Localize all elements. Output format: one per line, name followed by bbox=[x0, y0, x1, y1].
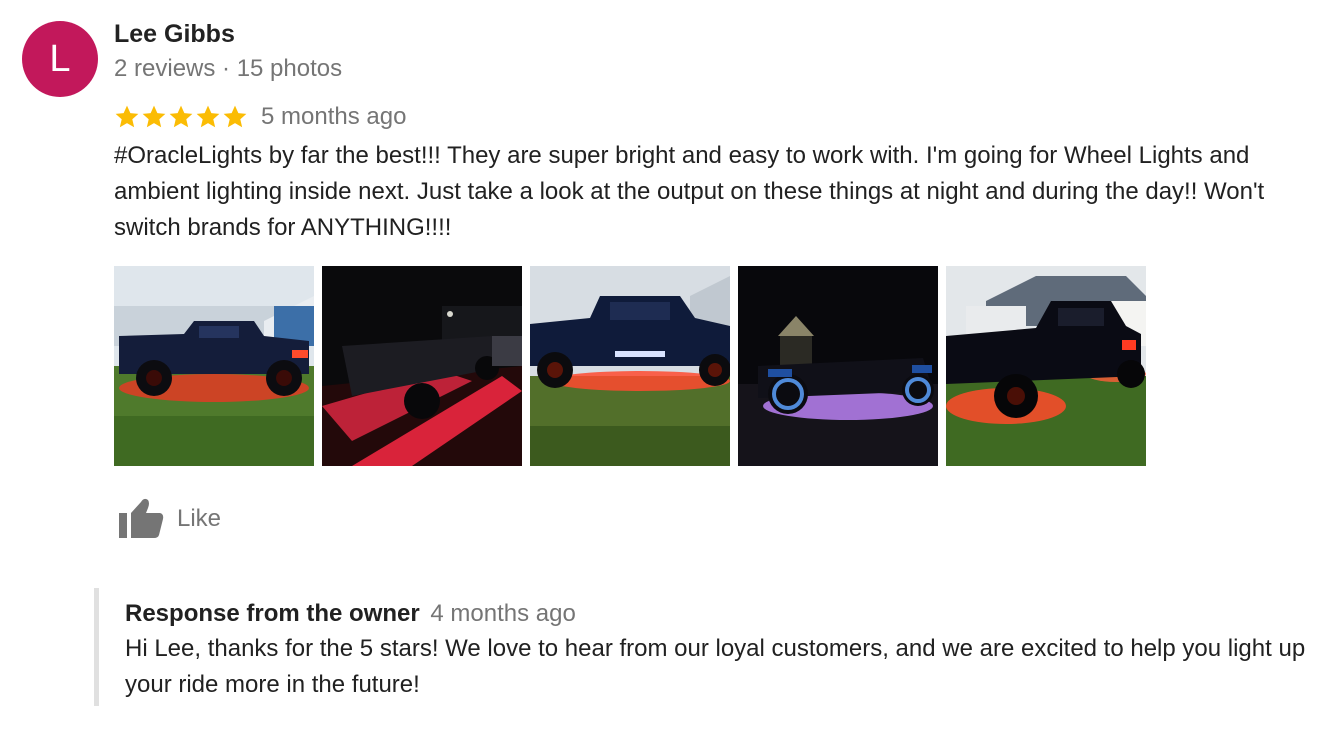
star-icon bbox=[196, 105, 220, 128]
star-icon bbox=[223, 105, 247, 128]
review-text: #OracleLights by far the best!!! They ar… bbox=[114, 142, 1265, 241]
review-photos bbox=[114, 266, 1154, 466]
rating-row: 5 months ago bbox=[114, 101, 406, 133]
review-photo-1[interactable] bbox=[114, 266, 314, 466]
review-photo-5[interactable] bbox=[946, 266, 1146, 466]
review-time: 5 months ago bbox=[261, 103, 407, 130]
review-photo-4[interactable] bbox=[738, 266, 938, 466]
truck-red-underglow-rear-photo bbox=[946, 266, 1146, 466]
like-button[interactable]: Like bbox=[117, 496, 221, 542]
review-photo-3[interactable] bbox=[530, 266, 730, 466]
review-photo-2[interactable] bbox=[322, 266, 522, 466]
star-rating bbox=[114, 104, 249, 130]
truck-red-underglow-front-photo bbox=[530, 266, 730, 466]
star-icon bbox=[169, 105, 193, 128]
star-icon bbox=[115, 105, 139, 128]
thumbs-up-icon bbox=[119, 498, 164, 538]
truck-red-underglow-night-photo bbox=[322, 266, 522, 466]
reviewer-avatar[interactable]: L bbox=[22, 21, 98, 97]
owner-response-time: 4 months ago bbox=[430, 600, 576, 627]
truck-red-underglow-day-photo bbox=[114, 266, 314, 466]
owner-response-title: Response from the owner bbox=[125, 600, 420, 627]
like-label: Like bbox=[177, 505, 222, 532]
owner-response: Response from the owner 4 months ago Hi … bbox=[94, 588, 1324, 706]
star-icon bbox=[142, 105, 166, 128]
reviewer-meta: 2 reviews · 15 photos bbox=[114, 55, 343, 82]
reviewer-name[interactable]: Lee Gibbs bbox=[114, 20, 235, 49]
truck-purple-underglow-night-photo bbox=[738, 266, 938, 466]
owner-response-text: Hi Lee, thanks for the 5 stars! We love … bbox=[125, 635, 1306, 698]
owner-response-header: Response from the owner 4 months ago bbox=[125, 597, 1324, 631]
